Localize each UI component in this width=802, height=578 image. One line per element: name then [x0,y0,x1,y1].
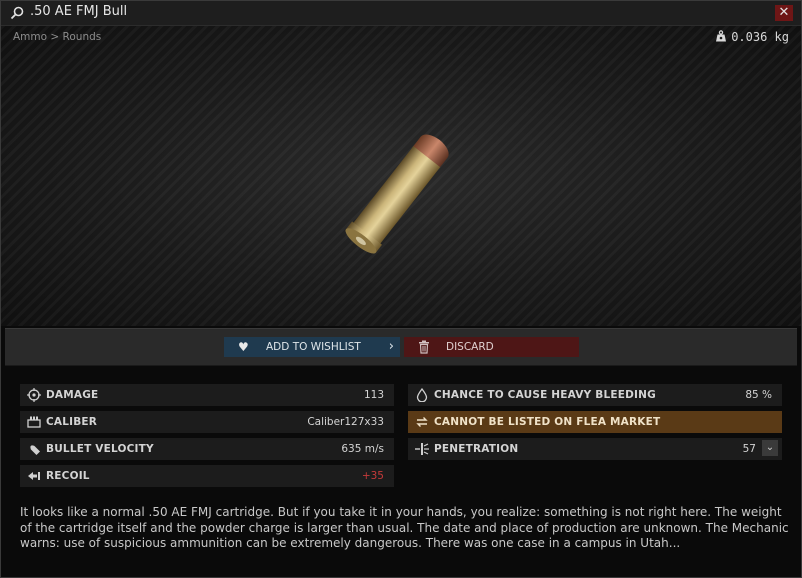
stat-label: RECOIL [46,470,90,482]
stat-label: PENETRATION [434,443,519,455]
stat-label: DAMAGE [46,389,99,401]
expand-penetration-button[interactable]: ⌄ [762,440,778,456]
stat-caliber: CALIBER Caliber127x33 [20,411,394,433]
title-bar[interactable]: .50 AE FMJ Bull ✕ [1,1,801,26]
add-to-wishlist-button[interactable]: ♥ ADD TO WISHLIST › [224,337,400,357]
stat-value: +35 [361,470,384,482]
weight-value: 0.036 kg [731,30,789,44]
discard-button[interactable]: DISCARD [404,337,579,357]
stat-label: BULLET VELOCITY [46,443,154,455]
stat-value: 635 m/s [341,443,384,455]
stat-recoil: RECOIL +35 [20,465,394,487]
stat-value: 113 [363,389,384,401]
target-icon [27,388,41,402]
action-bar: ♥ ADD TO WISHLIST › DISCARD [5,328,797,366]
chevron-right-icon[interactable]: › [389,339,394,354]
chevron-down-icon: ⌄ [765,442,775,453]
item-description: It looks like a normal .50 AE FMJ cartri… [20,505,789,550]
exchange-icon [416,417,428,427]
window-title: .50 AE FMJ Bull [30,4,128,19]
stat-bullet-velocity: BULLET VELOCITY 635 m/s [20,438,394,460]
cartridge-image [345,134,449,254]
stat-value: Caliber127x33 [307,416,384,428]
stat-value: 57 [742,443,756,455]
weight-icon [716,30,727,42]
trash-icon [419,340,429,354]
ammo-box-icon [27,416,41,428]
bullet-icon [30,445,41,456]
item-inspect-window: .50 AE FMJ Bull ✕ Ammo > Rounds 0.036 kg [0,0,802,578]
breadcrumb[interactable]: Ammo > Rounds [13,31,101,43]
stat-label: CHANCE TO CAUSE HEAVY BLEEDING [434,389,656,401]
stat-flea-market: CANNOT BE LISTED ON FLEA MARKET [408,411,782,433]
stat-heavy-bleeding: CHANCE TO CAUSE HEAVY BLEEDING 85 % [408,384,782,406]
wishlist-label: ADD TO WISHLIST [266,341,361,353]
stat-penetration: PENETRATION 57 ⌄ [408,438,782,460]
heart-icon: ♥ [238,340,249,354]
recoil-arrow-icon [28,472,40,480]
blood-drop-icon [416,388,428,402]
search-icon [10,6,24,20]
close-button[interactable]: ✕ [775,5,793,21]
stat-value: 85 % [745,389,772,401]
weight-indicator: 0.036 kg [715,30,789,44]
penetration-icon [415,443,429,455]
stat-label: CANNOT BE LISTED ON FLEA MARKET [434,416,661,428]
item-preview: Ammo > Rounds 0.036 kg [1,26,801,326]
discard-label: DISCARD [446,341,494,353]
stat-label: CALIBER [46,416,98,428]
stat-damage: DAMAGE 113 [20,384,394,406]
